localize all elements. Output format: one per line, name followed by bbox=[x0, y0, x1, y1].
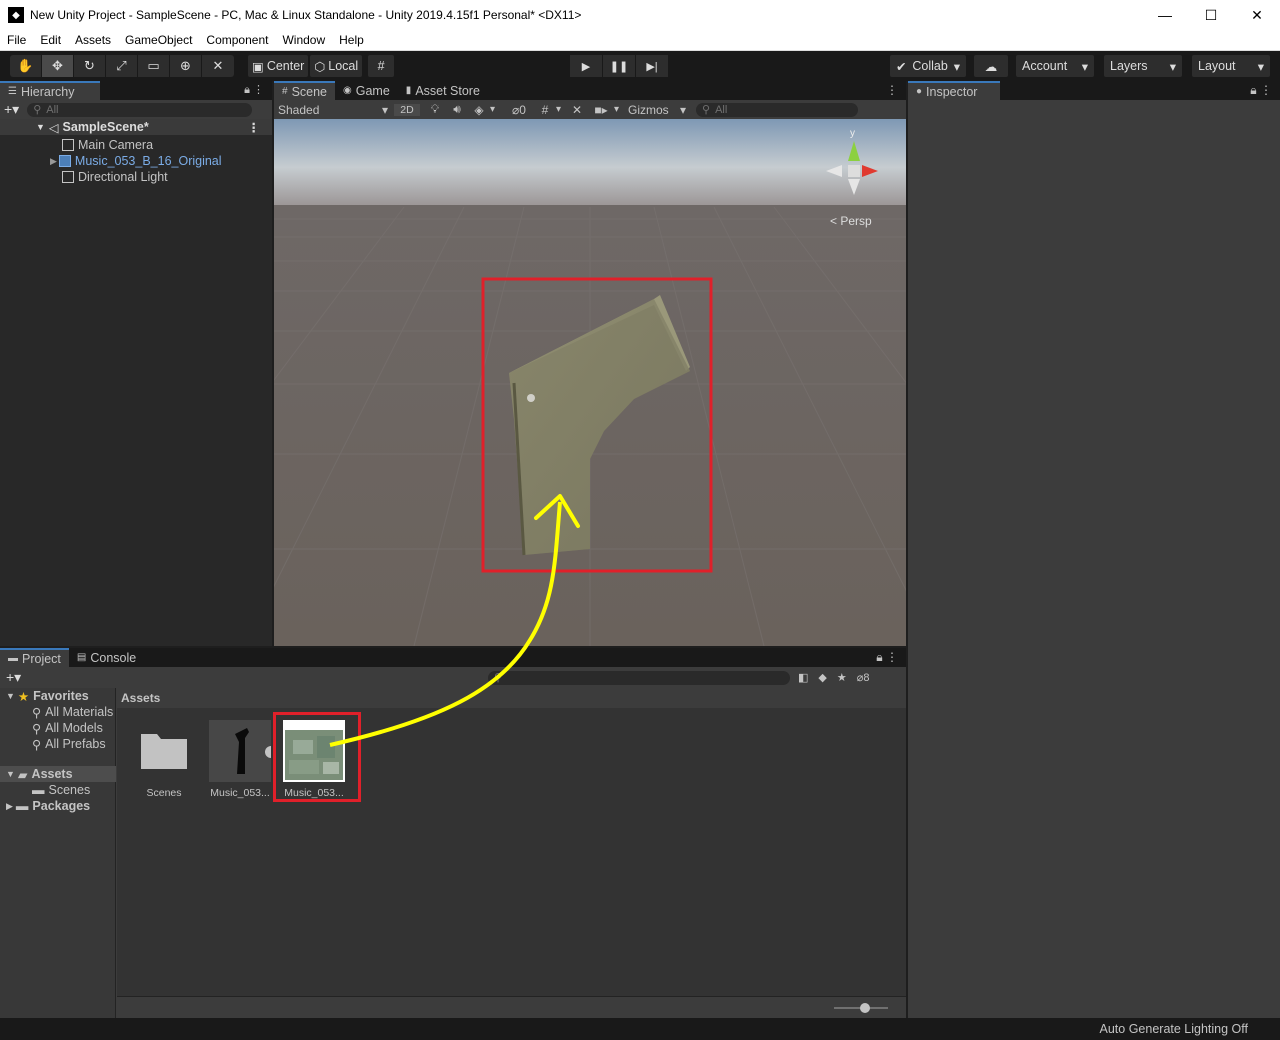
lighting-status[interactable]: Auto Generate Lighting Off bbox=[1100, 1022, 1248, 1036]
arrow-curve bbox=[329, 501, 562, 747]
status-bar: Auto Generate Lighting Off bbox=[0, 1018, 1280, 1040]
annotation-arrow bbox=[329, 494, 580, 747]
